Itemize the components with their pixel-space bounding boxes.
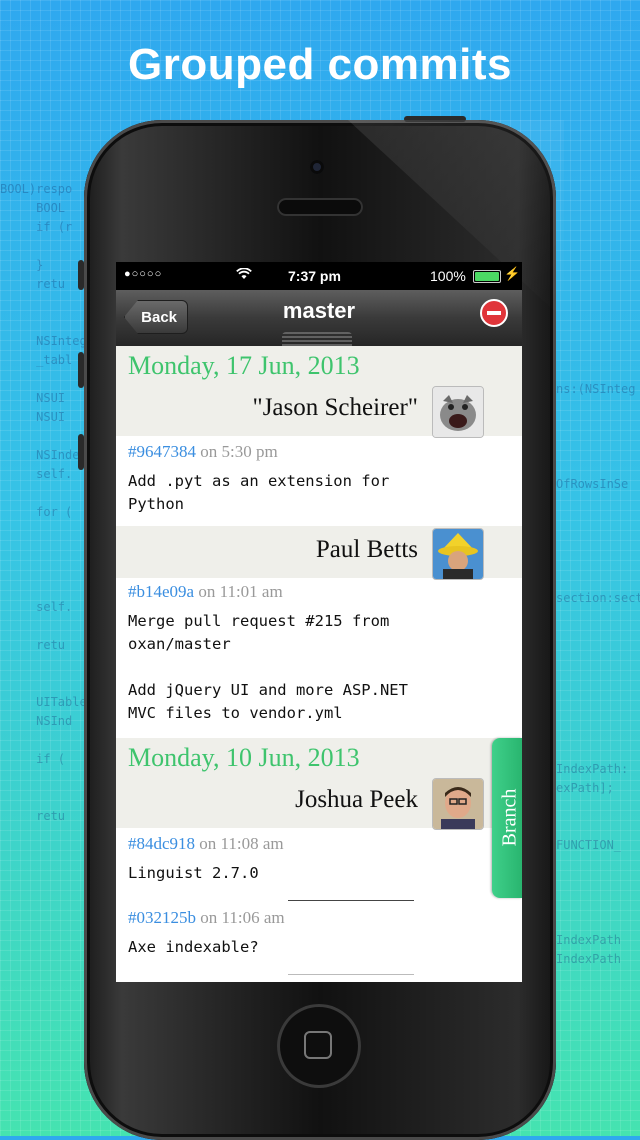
commit-item[interactable]: #84dc918 on 11:08 am Linguist 2.7.0 — [128, 834, 508, 885]
commit-meta: #84dc918 on 11:08 am — [128, 834, 508, 854]
commit-item[interactable]: #b14e09a on 11:01 am Merge pull request … — [128, 582, 508, 725]
avatar[interactable] — [432, 386, 484, 438]
commit-time: on 11:01 am — [198, 582, 283, 601]
power-button — [404, 116, 466, 122]
navigation-bar: Back master — [116, 290, 522, 346]
status-time: 7:37 pm — [288, 268, 341, 284]
commit-item[interactable]: #032125b on 11:06 am Axe indexable? — [128, 908, 508, 959]
commit-meta: #9647384 on 5:30 pm — [128, 442, 508, 462]
close-icon[interactable] — [480, 299, 508, 327]
pull-grip-handle[interactable] — [282, 332, 352, 346]
author-name: Paul Betts — [315, 536, 418, 563]
date-header: Monday, 17 Jun, 2013 — [116, 346, 522, 384]
commit-sha-link[interactable]: #9647384 — [128, 442, 196, 461]
background-code-right: ns:(NSInteg OfRowsInSe section:sect Inde… — [556, 382, 640, 966]
signal-strength-icon: ●○○○○ — [124, 268, 163, 280]
commit-message: Add .pyt as an extension for Python — [128, 472, 390, 513]
mute-switch — [78, 260, 84, 290]
phone-screen: ●○○○○ 7:37 pm 100% ⚡ Back master Monday,… — [116, 262, 522, 982]
wifi-icon — [236, 267, 252, 283]
commit-sha-link[interactable]: #84dc918 — [128, 834, 195, 853]
volume-down-button — [78, 434, 84, 470]
avatar[interactable] — [432, 778, 484, 830]
home-square-icon — [304, 1031, 332, 1059]
battery-icon — [473, 270, 501, 283]
commit-time: on 11:08 am — [199, 834, 284, 853]
status-bar: ●○○○○ 7:37 pm 100% ⚡ — [116, 262, 522, 290]
commit-list[interactable]: Monday, 17 Jun, 2013 "Jason Scheirer" #9… — [116, 346, 522, 982]
author-name: Joshua Peek — [295, 786, 418, 813]
author-header[interactable]: Paul Betts — [116, 526, 522, 580]
front-camera — [310, 160, 324, 174]
commit-divider — [288, 900, 414, 901]
nav-title: master — [282, 298, 356, 323]
commit-meta: #032125b on 11:06 am — [128, 908, 508, 928]
commit-message: Linguist 2.7.0 — [128, 864, 259, 882]
volume-up-button — [78, 352, 84, 388]
headline: Grouped commits — [128, 40, 512, 89]
commit-time: on 5:30 pm — [200, 442, 278, 461]
author-name: "Jason Scheirer" — [252, 394, 418, 421]
battery-percent: 100% — [430, 268, 466, 284]
commit-time: on 11:06 am — [200, 908, 285, 927]
commit-sha-link[interactable]: #032125b — [128, 908, 196, 927]
commit-message: Axe indexable? — [128, 938, 259, 956]
branch-tab[interactable]: Branch — [492, 738, 522, 898]
charging-bolt-icon: ⚡ — [504, 266, 521, 281]
author-header[interactable]: Joshua Peek — [116, 776, 522, 830]
commit-item[interactable]: #9647384 on 5:30 pm Add .pyt as an exten… — [128, 442, 508, 516]
branch-tab-label: Branch — [498, 788, 521, 847]
date-header: Monday, 10 Jun, 2013 — [116, 738, 522, 776]
earpiece-speaker — [277, 198, 363, 216]
author-header[interactable]: "Jason Scheirer" — [116, 384, 522, 438]
avatar[interactable] — [432, 528, 484, 580]
commit-meta: #b14e09a on 11:01 am — [128, 582, 508, 602]
commit-sha-link[interactable]: #b14e09a — [128, 582, 194, 601]
commit-divider — [288, 974, 414, 975]
home-button[interactable] — [277, 1004, 361, 1088]
commit-message: Merge pull request #215 from oxan/master… — [128, 612, 408, 722]
